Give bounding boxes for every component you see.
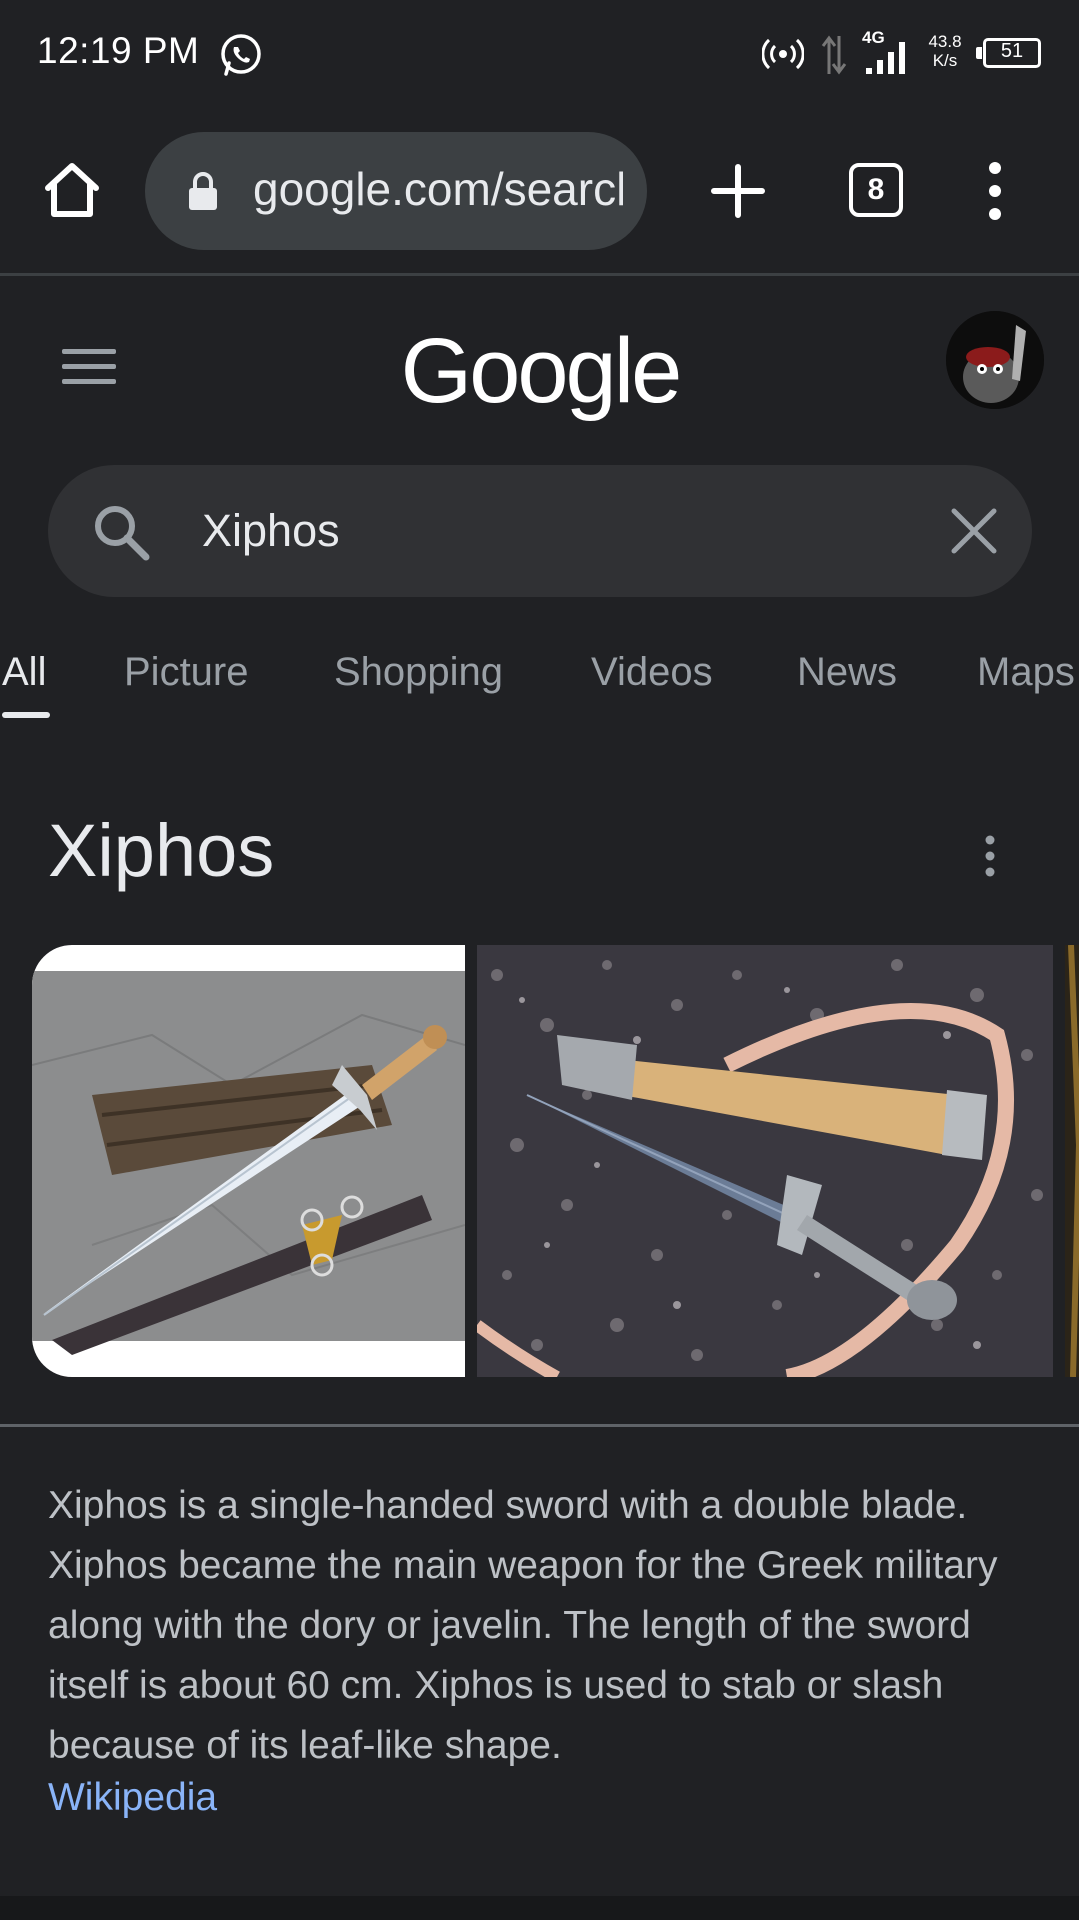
data-arrows-icon <box>821 35 847 75</box>
tab-videos[interactable]: Videos <box>591 650 713 695</box>
tab-all[interactable]: All <box>2 650 46 695</box>
partial-image <box>1065 945 1079 1377</box>
url-bar[interactable]: google.com/search <box>145 132 647 250</box>
tab-picture[interactable]: Picture <box>124 650 249 695</box>
image-carousel <box>32 945 1079 1377</box>
sword-scabbard-image <box>32 971 465 1355</box>
net-speed-unit: K/s <box>932 51 958 70</box>
knowledge-panel-title: Xiphos <box>48 809 275 892</box>
search-box <box>48 465 1032 597</box>
close-icon[interactable] <box>948 505 1000 557</box>
hotspot-icon <box>762 38 804 70</box>
divider <box>0 1424 1079 1427</box>
xiphos-image-2[interactable] <box>477 945 1053 1377</box>
active-tab-indicator <box>2 712 50 718</box>
net-speed: 43.8 K/s <box>925 32 965 70</box>
battery-icon: 51 <box>983 38 1041 68</box>
tab-maps[interactable]: Maps <box>977 650 1075 695</box>
avatar[interactable] <box>946 311 1044 409</box>
url-text[interactable]: google.com/search <box>253 162 623 216</box>
tab-news[interactable]: News <box>797 650 897 695</box>
wikipedia-link[interactable]: Wikipedia <box>48 1776 217 1820</box>
more-vert-icon[interactable] <box>978 832 1002 880</box>
battery-level: 51 <box>1000 40 1024 62</box>
status-time: 12:19 PM <box>37 30 200 71</box>
status-bar: 12:19 PM 4G 43.8 K/s 51 <box>0 0 1079 108</box>
lock-icon <box>189 172 217 210</box>
tab-shopping[interactable]: Shopping <box>334 650 503 695</box>
sword-gravel-image <box>477 945 1053 1377</box>
browser-toolbar: google.com/search 8 <box>0 108 1079 276</box>
google-logo[interactable]: Google <box>340 319 740 424</box>
hamburger-menu-icon[interactable] <box>60 345 118 389</box>
net-speed-value: 43.8 <box>928 32 962 51</box>
bottom-band <box>0 1896 1079 1920</box>
home-icon[interactable] <box>40 158 104 222</box>
search-tabs: All Picture Shopping Videos News Maps <box>0 640 1079 720</box>
battery-nub <box>976 47 982 59</box>
google-header: Google <box>0 279 1079 459</box>
search-input[interactable] <box>200 499 900 563</box>
plus-icon[interactable] <box>708 161 768 221</box>
whatsapp-icon <box>221 34 261 76</box>
xiphos-image-3[interactable] <box>1065 945 1079 1377</box>
xiphos-image-1[interactable] <box>32 945 465 1377</box>
search-icon[interactable] <box>90 501 152 563</box>
more-vert-icon[interactable] <box>980 160 1010 222</box>
knowledge-panel-description: Xiphos is a single-handed sword with a d… <box>48 1484 998 1767</box>
signal-icon <box>866 42 905 74</box>
avatar-image <box>946 311 1044 409</box>
tabs-icon[interactable]: 8 <box>849 163 903 217</box>
